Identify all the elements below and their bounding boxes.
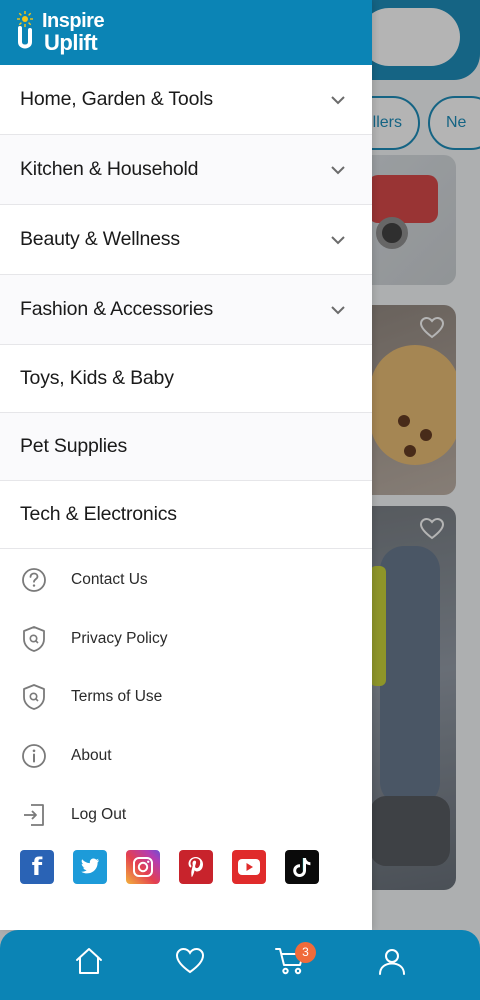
chevron-down-icon [331,95,345,104]
category-label: Fashion & Accessories [20,298,214,320]
info-circle-icon [20,742,48,770]
category-label: Toys, Kids & Baby [20,367,174,389]
facebook-icon[interactable]: f [20,849,54,884]
chevron-down-icon [331,235,345,244]
category-item-pet-supplies[interactable]: Pet Supplies [0,413,372,481]
terms-of-use-link[interactable]: Terms of Use [0,668,372,727]
user-icon[interactable] [375,944,409,978]
contact-us-label: Contact Us [71,571,148,589]
navigation-drawer: Inspire Uplift Home, Garden & Tools Kitc… [0,0,372,930]
contact-us-link[interactable]: Contact Us [0,551,372,610]
chevron-down-icon [331,165,345,174]
home-icon[interactable] [72,944,106,978]
drawer-header: Inspire Uplift [0,0,372,65]
logout-icon [20,801,48,829]
tiktok-icon[interactable] [285,849,319,884]
shield-icon [20,683,48,711]
logo-u-icon [18,26,32,49]
brand-name-line2: Uplift [44,30,98,55]
category-item-kitchen-household[interactable]: Kitchen & Household [0,135,372,205]
twitter-icon[interactable] [73,849,107,884]
youtube-icon[interactable] [232,849,266,884]
shield-icon [20,625,48,653]
category-item-beauty-wellness[interactable]: Beauty & Wellness [0,205,372,275]
chevron-down-icon [331,305,345,314]
category-list: Home, Garden & Tools Kitchen & Household… [0,65,372,549]
about-label: About [71,747,112,765]
log-out-label: Log Out [71,805,127,823]
category-label: Beauty & Wellness [20,228,180,250]
category-label: Home, Garden & Tools [20,88,213,110]
terms-of-use-label: Terms of Use [71,688,163,706]
heart-icon[interactable] [173,944,207,978]
instagram-icon[interactable] [126,849,160,884]
privacy-policy-label: Privacy Policy [71,629,168,647]
cart-count-badge: 3 [295,942,316,963]
pinterest-icon[interactable] [179,849,213,884]
category-item-toys-kids-baby[interactable]: Toys, Kids & Baby [0,345,372,413]
brand-logo[interactable]: Inspire Uplift [12,8,112,58]
question-circle-icon [20,566,48,594]
log-out-link[interactable]: Log Out [0,785,372,844]
category-label: Kitchen & Household [20,158,199,180]
privacy-policy-link[interactable]: Privacy Policy [0,610,372,669]
category-item-tech-electronics[interactable]: Tech & Electronics [0,481,372,549]
category-label: Tech & Electronics [20,503,177,525]
about-link[interactable]: About [0,727,372,786]
category-item-fashion-accessories[interactable]: Fashion & Accessories [0,275,372,345]
bottom-navigation [0,930,480,1000]
category-item-home-garden-tools[interactable]: Home, Garden & Tools [0,65,372,135]
utility-links: Contact Us Privacy Policy Terms of Use A… [0,551,372,844]
category-label: Pet Supplies [20,435,128,457]
social-links: f [0,849,372,884]
